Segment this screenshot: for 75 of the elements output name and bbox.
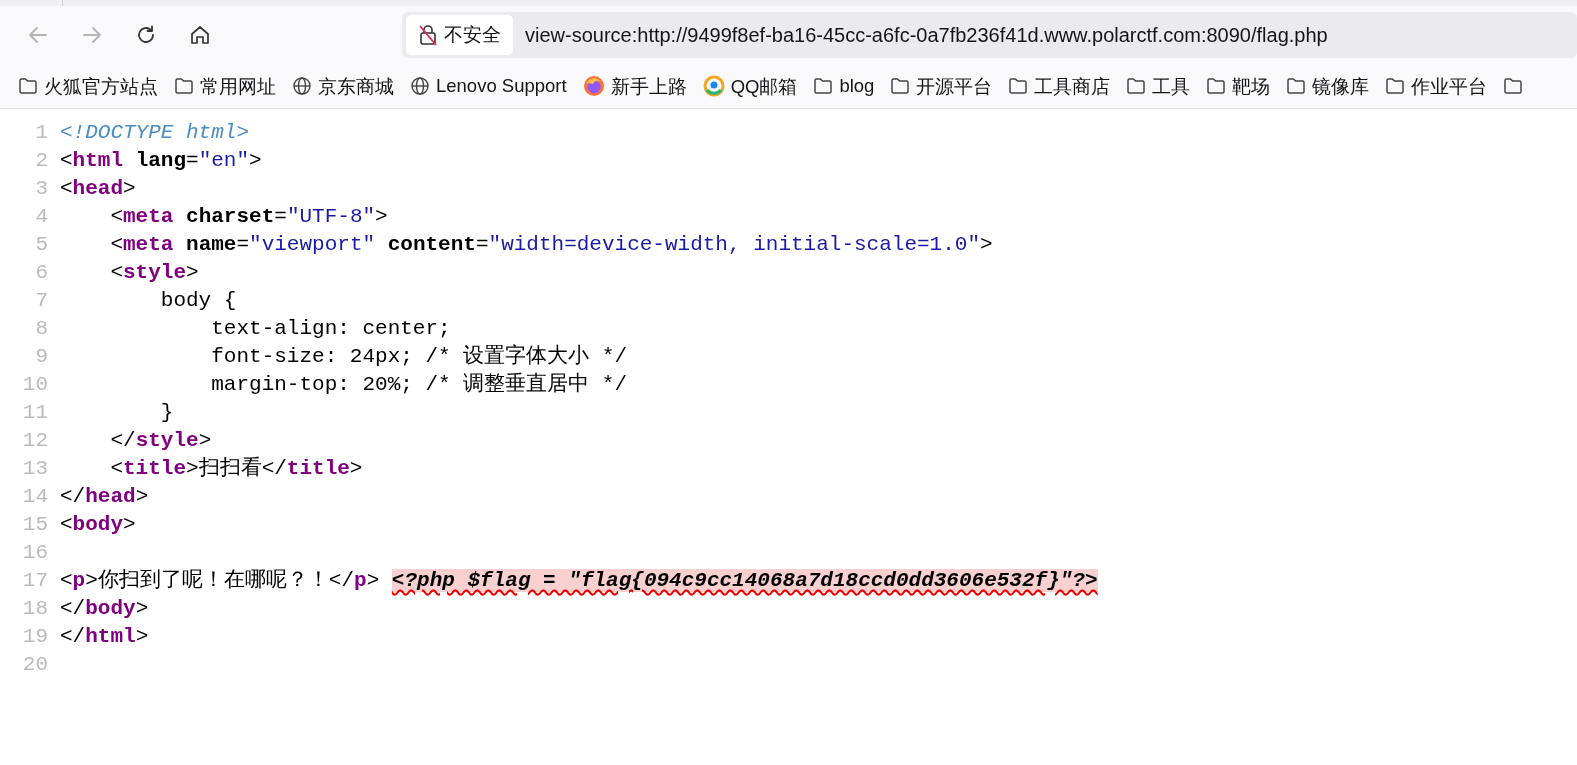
back-icon bbox=[27, 24, 49, 46]
code-line: <meta name="viewport" content="width=device-width, initial-scale=1.0"> bbox=[109, 232, 993, 258]
line-number: 14 bbox=[21, 484, 49, 510]
line-number: 11 bbox=[21, 400, 49, 426]
line-number: 9 bbox=[34, 344, 49, 370]
line-number: 19 bbox=[21, 624, 49, 650]
bookmark-item[interactable]: 新手上路 bbox=[582, 73, 687, 99]
line-number: 2 bbox=[34, 148, 49, 174]
address-bar[interactable]: 不安全 view-source:http://9499f8ef-ba16-45cc-a6fc-0a7fb236f41d.www.polarctf.com:8090/flag.php bbox=[402, 12, 1577, 58]
folder-icon bbox=[1385, 77, 1406, 95]
code-line: <body> bbox=[60, 512, 136, 538]
bookmark-item[interactable]: blog bbox=[813, 75, 875, 97]
line-number: 18 bbox=[21, 596, 49, 622]
insecure-lock-icon bbox=[418, 24, 438, 46]
forward-icon bbox=[81, 24, 103, 46]
fox-logo-icon bbox=[582, 75, 605, 97]
line-number: 10 bbox=[21, 372, 49, 398]
folder-icon bbox=[1503, 77, 1524, 95]
code-line: <p>你扫到了呢！在哪呢？！</p> <?php $flag = "flag{094c9cc14068a7d18ccd0dd3606e532f}"?> bbox=[60, 568, 1098, 594]
line-number: 13 bbox=[21, 456, 49, 482]
code-line: <style> bbox=[109, 260, 199, 286]
code-line: text-align: center; bbox=[210, 316, 451, 342]
url-text: view-source:http://9499f8ef-ba16-45cc-a6fc-0a7fb236f41d.www.polarctf.com:8090/flag.php bbox=[525, 23, 1328, 47]
bookmark-item[interactable]: 火狐官方站点 bbox=[18, 73, 158, 99]
globe-icon bbox=[410, 76, 430, 96]
line-number: 12 bbox=[21, 428, 49, 454]
line-number: 20 bbox=[21, 652, 49, 678]
folder-icon bbox=[1008, 77, 1029, 95]
security-badge[interactable]: 不安全 bbox=[406, 15, 513, 55]
code-line: </body> bbox=[60, 596, 149, 622]
security-label: 不安全 bbox=[444, 22, 501, 47]
code-line: <title>扫扫看</title> bbox=[109, 455, 363, 482]
folder-icon bbox=[1206, 77, 1227, 95]
code-line: <head> bbox=[60, 176, 136, 202]
bookmark-item[interactable]: 常用网址 bbox=[174, 73, 276, 99]
bookmark-item[interactable]: QQ邮箱 bbox=[702, 73, 798, 99]
line-number: 7 bbox=[34, 288, 49, 314]
code-line: </style> bbox=[109, 428, 212, 454]
line-number: 1 bbox=[34, 120, 49, 146]
bookmark-item[interactable]: 开源平台 bbox=[890, 73, 993, 99]
bookmark-item[interactable]: 镜像库 bbox=[1286, 73, 1370, 99]
line-number: 15 bbox=[21, 512, 49, 538]
line-number: 8 bbox=[34, 316, 49, 342]
line-number: 17 bbox=[21, 568, 49, 594]
code-line: body { bbox=[159, 288, 237, 314]
folder-icon bbox=[813, 77, 834, 95]
line-number: 3 bbox=[34, 176, 49, 202]
line-number: 16 bbox=[21, 540, 49, 566]
folder-icon bbox=[18, 77, 38, 95]
line-number: 5 bbox=[34, 232, 49, 258]
home-icon bbox=[189, 24, 211, 46]
code-line: <meta charset="UTF-8"> bbox=[109, 204, 388, 230]
bookmark-item[interactable]: Lenovo Support bbox=[410, 75, 567, 97]
bookmark-item[interactable]: 京东商城 bbox=[292, 73, 394, 99]
code-line: </head> bbox=[60, 484, 149, 510]
code-line: <html lang="en"> bbox=[60, 148, 262, 174]
folder-icon bbox=[890, 77, 911, 95]
bookmark-item[interactable]: 靶场 bbox=[1206, 73, 1271, 99]
bookmark-item[interactable]: 工具商店 bbox=[1008, 73, 1111, 99]
globe-icon bbox=[292, 76, 312, 96]
bookmark-item[interactable] bbox=[1503, 77, 1524, 95]
code-line: </html> bbox=[60, 624, 149, 650]
bookmark-item[interactable]: 工具 bbox=[1126, 73, 1191, 99]
folder-icon bbox=[1126, 77, 1147, 95]
code-line: margin-top: 20%; /* 调整垂直居中 */ bbox=[210, 371, 628, 398]
code-line: <!DOCTYPE html> bbox=[60, 120, 250, 146]
reload-icon bbox=[135, 24, 157, 46]
code-line: } bbox=[159, 400, 174, 426]
folder-icon bbox=[174, 77, 194, 95]
code-line: font-size: 24px; /* 设置字体大小 */ bbox=[210, 343, 628, 370]
line-number: 6 bbox=[34, 260, 49, 286]
line-number: 4 bbox=[34, 204, 49, 230]
folder-icon bbox=[1286, 77, 1307, 95]
mail-logo-icon bbox=[702, 75, 725, 97]
bookmark-item[interactable]: 作业平台 bbox=[1385, 73, 1488, 99]
